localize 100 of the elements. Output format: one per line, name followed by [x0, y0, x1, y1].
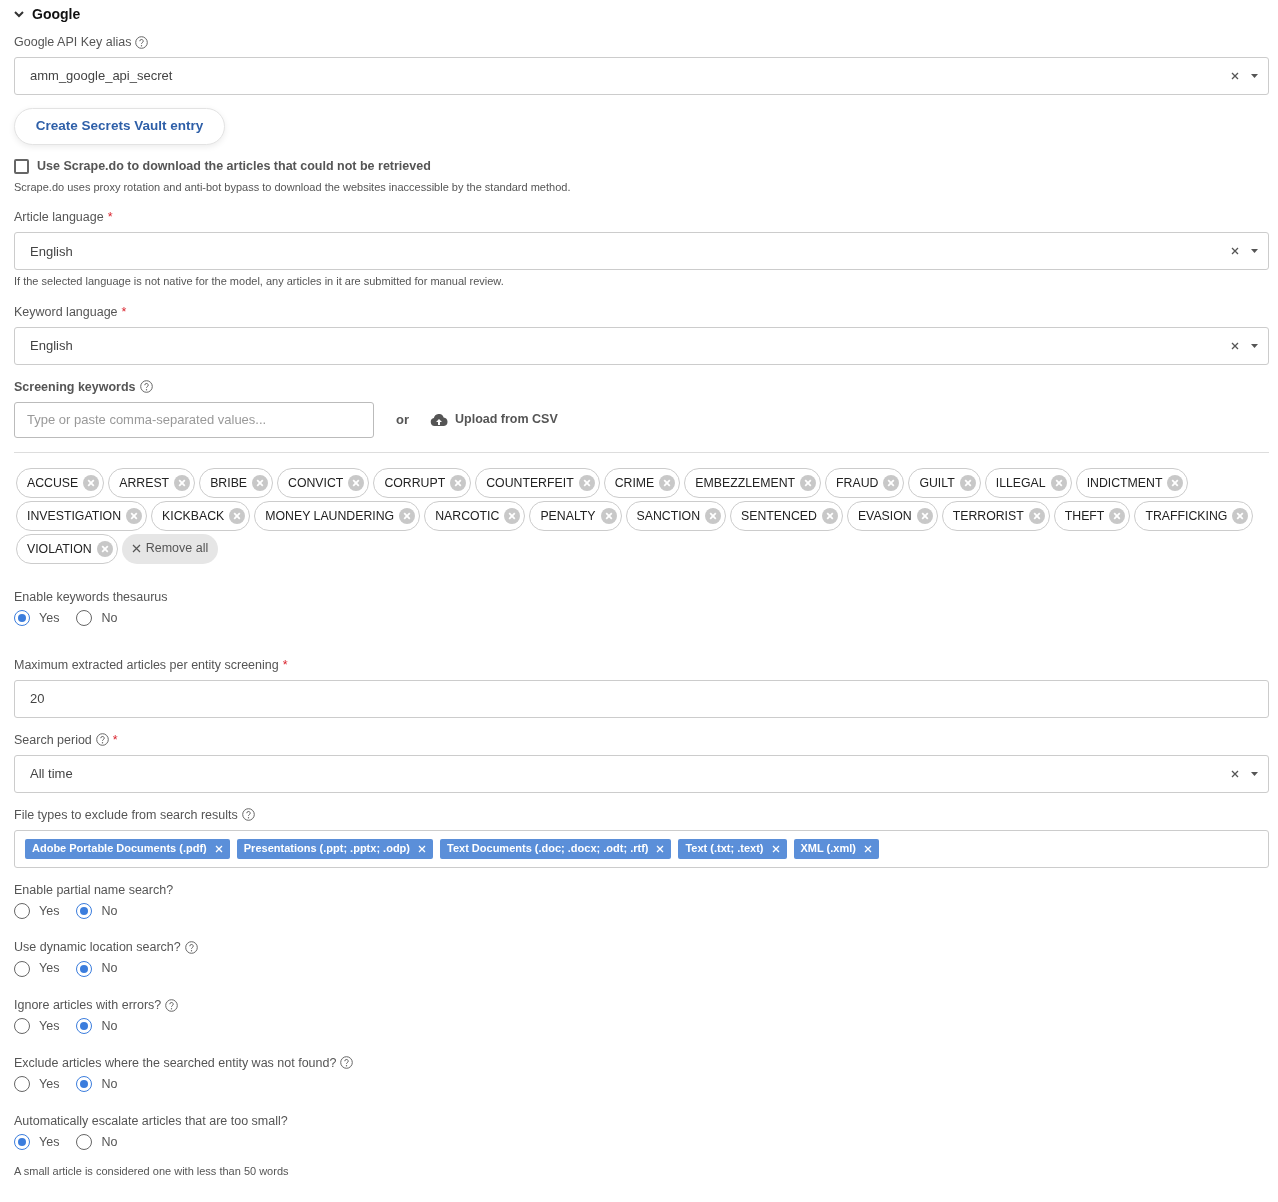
field-label: Ignore articles with errors?	[14, 997, 162, 1014]
radio-option[interactable]: Yes	[14, 1017, 60, 1036]
clear-icon[interactable]	[1231, 247, 1239, 256]
help-icon[interactable]	[241, 808, 255, 821]
radio-option[interactable]: No	[76, 1074, 118, 1094]
field-label: Keyword language	[14, 303, 118, 321]
chip-label: GUILT	[919, 474, 955, 492]
remove-icon[interactable]	[418, 844, 426, 853]
chip-label: ARREST	[119, 474, 170, 492]
help-icon[interactable]	[135, 35, 149, 49]
remove-icon[interactable]	[863, 844, 872, 853]
hint-text: If the selected language is not native for the model, any articles in it are submitted for manual review.	[14, 274, 505, 290]
remove-icon[interactable]	[771, 844, 780, 853]
radio-option[interactable]: No	[76, 1017, 118, 1036]
or-text: or	[396, 411, 409, 429]
chip-label: FRAUD	[836, 474, 879, 492]
chip-label: KICKBACK	[162, 507, 225, 525]
chip-label: COUNTERFEIT	[486, 474, 574, 492]
chip-label: PENALTY	[540, 507, 596, 525]
help-icon[interactable]	[139, 380, 153, 394]
radio-option[interactable]: No	[76, 959, 118, 978]
remove-all-button[interactable]: Remove all	[121, 533, 219, 564]
chip-label: SANCTION	[636, 507, 701, 525]
select-field[interactable]: amm_google_api_secret	[14, 57, 1269, 95]
clear-icon[interactable]	[1231, 341, 1239, 350]
chip-label: ILLEGAL	[995, 474, 1046, 492]
caret-icon[interactable]	[1251, 249, 1258, 254]
field-label: File types to exclude from search results	[14, 806, 238, 824]
chevron-down-icon[interactable]	[14, 11, 24, 18]
chip-label: BRIBE	[210, 474, 248, 492]
select-field[interactable]: English	[14, 326, 1269, 365]
file-type-tag: XML (.xml)	[793, 838, 879, 859]
radio-option[interactable]: No	[76, 1132, 118, 1152]
help-icon[interactable]	[184, 940, 198, 954]
caret-icon[interactable]	[1251, 343, 1258, 348]
field-label: Maximum extracted articles per entity screening	[14, 656, 279, 674]
chip-label: ACCUSE	[27, 474, 79, 492]
select-value: English	[30, 337, 74, 355]
chip-label: CONVICT	[288, 474, 344, 492]
field-label: Enable partial name search?	[14, 881, 174, 899]
required-mark: *	[107, 209, 113, 227]
number-field[interactable]: 20	[14, 679, 1269, 718]
chip-label: CORRUPT	[384, 474, 446, 492]
field-label: Exclude articles where the searched entity was not found?	[14, 1054, 337, 1072]
field-label: Screening keywords	[14, 378, 136, 396]
file-type-tag: Text Documents (.doc; .docx; .odt; .rtf)	[440, 838, 672, 859]
chip-label: THEFT	[1064, 507, 1105, 525]
chip-label: INVESTIGATION	[27, 507, 122, 525]
help-icon[interactable]	[95, 733, 109, 746]
section-title[interactable]: Google	[32, 4, 81, 25]
radio-option[interactable]: Yes	[14, 608, 60, 628]
radio-option[interactable]: Yes	[14, 1074, 60, 1094]
radio-option[interactable]: Yes	[14, 1132, 60, 1152]
remove-icon[interactable]	[214, 844, 223, 853]
chip-label: INDICTMENT	[1086, 474, 1163, 492]
file-type-tag: Presentations (.ppt; .pptx; .odp)	[236, 838, 433, 859]
field-label: Automatically escalate articles that are too small?	[14, 1112, 288, 1130]
file-type-tag: Adobe Portable Documents (.pdf)	[25, 838, 230, 859]
file-type-tag: Text (.txt; .text)	[678, 838, 787, 859]
required-mark: *	[282, 656, 288, 674]
chip-label: EMBEZZLEMENT	[695, 474, 796, 492]
field-label: Enable keywords thesaurus	[14, 588, 168, 606]
radio-option[interactable]: No	[76, 608, 118, 628]
field-label: Article language	[14, 209, 104, 227]
field-label: Google API Key alias	[14, 34, 132, 51]
help-icon[interactable]	[340, 1056, 354, 1070]
select-value: All time	[30, 764, 74, 783]
upload-csv-button[interactable]: Upload from CSV	[430, 410, 558, 430]
chip-label: TRAFFICKING	[1145, 507, 1228, 525]
clear-icon[interactable]	[1231, 769, 1239, 778]
caret-icon[interactable]	[1251, 74, 1258, 78]
cloud-upload-icon[interactable]	[430, 413, 448, 426]
chip-label: NARCOTIC	[435, 507, 500, 525]
chip-label: SENTENCED	[741, 507, 817, 525]
radio-option[interactable]: No	[76, 901, 118, 921]
required-mark: *	[112, 731, 118, 749]
hint-text: Scrape.do uses proxy rotation and anti-bot bypass to download the websites inaccessible by the standard method.	[14, 179, 572, 195]
checkbox[interactable]	[14, 158, 29, 174]
select-field[interactable]: English	[14, 232, 1269, 271]
chip-label: TERRORIST	[952, 507, 1024, 525]
remove-icon[interactable]	[656, 844, 665, 853]
select-value: English	[30, 242, 74, 261]
create-entry-button[interactable]: Create Secrets Vault entry	[14, 108, 225, 145]
radio-option[interactable]: Yes	[14, 959, 60, 978]
chip-label: EVASION	[857, 507, 912, 525]
radio-option[interactable]: Yes	[14, 901, 60, 921]
caret-icon[interactable]	[1251, 771, 1258, 776]
chip-label: MONEY LAUNDERING	[265, 507, 395, 525]
required-mark: *	[121, 303, 127, 321]
chip-label: VIOLATION	[27, 540, 92, 558]
field-label: Search period	[14, 731, 92, 749]
chip-label: CRIME	[614, 474, 655, 492]
hint-text: A small article is considered one with less than 50 words	[14, 1164, 290, 1180]
keyword-input[interactable]: Type or paste comma-separated values...	[14, 401, 374, 438]
help-icon[interactable]	[165, 998, 179, 1012]
clear-icon[interactable]	[1231, 72, 1239, 80]
checkbox-label: Use Scrape.do to download the articles that could not be retrieved	[37, 158, 431, 175]
select-field[interactable]: All time	[14, 754, 1269, 793]
select-value: amm_google_api_secret	[30, 67, 174, 86]
close-icon[interactable]	[131, 544, 141, 554]
